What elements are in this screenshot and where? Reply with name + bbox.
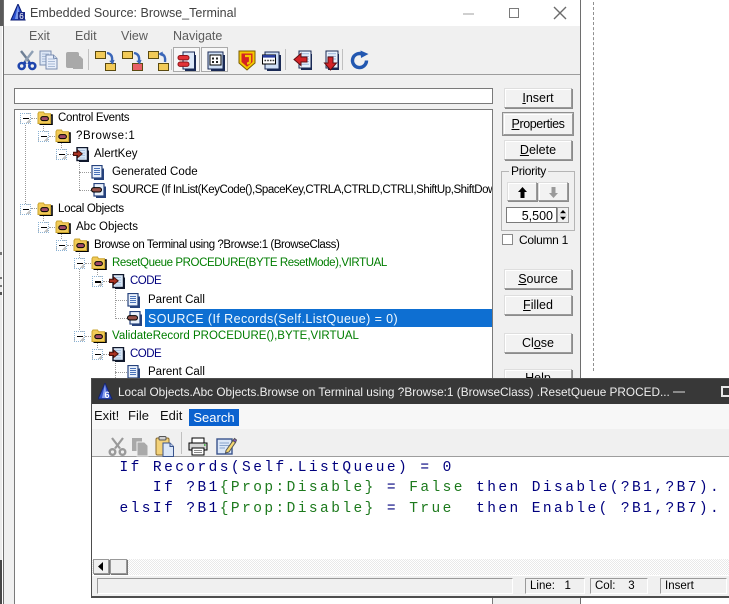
svg-text:6: 6 bbox=[104, 390, 109, 400]
svg-text:6: 6 bbox=[19, 12, 24, 21]
